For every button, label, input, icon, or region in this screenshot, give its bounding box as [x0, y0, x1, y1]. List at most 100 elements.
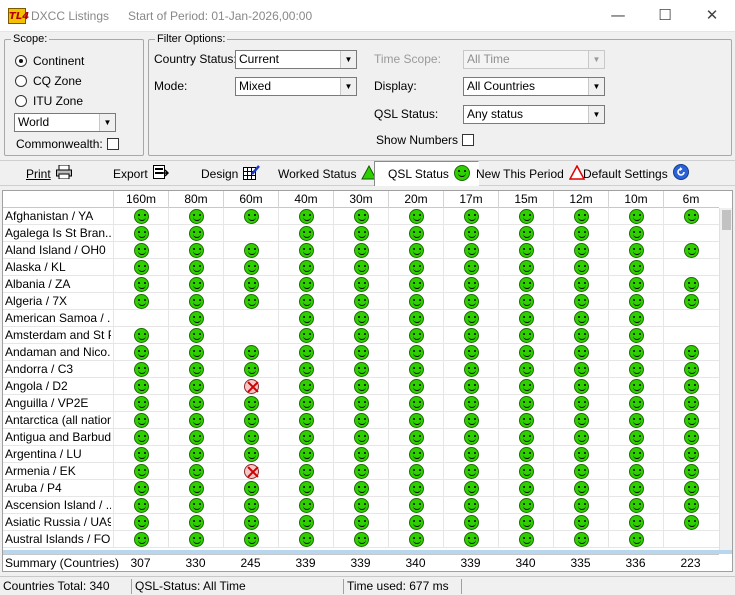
band-cell[interactable] [223, 429, 278, 446]
radio-cq-zone[interactable]: CQ Zone [15, 73, 82, 89]
table-row[interactable]: Aland Island / OH0 [3, 242, 719, 259]
qsl-status-select[interactable]: Any status ▼ [463, 105, 605, 124]
band-cell[interactable] [333, 395, 388, 412]
band-cell[interactable] [113, 225, 168, 242]
print-button[interactable]: Print [26, 161, 72, 186]
band-cell[interactable] [278, 327, 333, 344]
band-cell[interactable] [113, 378, 168, 395]
band-cell[interactable] [278, 497, 333, 514]
minimize-button[interactable]: — [595, 0, 641, 31]
new-this-period-button[interactable]: New This Period [476, 161, 586, 186]
band-cell[interactable] [113, 480, 168, 497]
table-row[interactable]: Antarctica (all nation... [3, 412, 719, 429]
band-cell[interactable] [278, 208, 333, 225]
band-cell[interactable] [608, 208, 663, 225]
band-cell[interactable] [278, 531, 333, 548]
worked-status-button[interactable]: Worked Status [278, 161, 378, 186]
band-cell[interactable] [113, 361, 168, 378]
band-cell[interactable] [388, 225, 443, 242]
band-cell[interactable] [333, 412, 388, 429]
band-cell[interactable] [663, 480, 718, 497]
band-cell[interactable] [498, 310, 553, 327]
band-cell[interactable] [113, 276, 168, 293]
band-cell[interactable] [223, 225, 278, 242]
band-cell[interactable] [388, 412, 443, 429]
band-cell[interactable] [168, 378, 223, 395]
region-select[interactable]: World ▼ [14, 113, 116, 132]
band-cell[interactable] [443, 327, 498, 344]
band-cell[interactable] [278, 344, 333, 361]
column-header-30m[interactable]: 30m [333, 191, 388, 208]
band-cell[interactable] [333, 497, 388, 514]
band-cell[interactable] [498, 429, 553, 446]
band-cell[interactable] [223, 531, 278, 548]
band-cell[interactable] [278, 395, 333, 412]
band-cell[interactable] [498, 344, 553, 361]
table-row[interactable]: Algeria / 7X [3, 293, 719, 310]
table-row[interactable]: Antigua and Barbud... [3, 429, 719, 446]
radio-indicator[interactable] [15, 75, 27, 87]
band-cell[interactable] [388, 497, 443, 514]
band-cell[interactable] [333, 276, 388, 293]
export-button[interactable]: Export [113, 161, 169, 186]
band-cell[interactable] [113, 497, 168, 514]
qsl-status-button[interactable]: QSL Status [374, 161, 479, 186]
column-header-60m[interactable]: 60m [223, 191, 278, 208]
band-cell[interactable] [168, 225, 223, 242]
band-cell[interactable] [608, 361, 663, 378]
band-cell[interactable] [608, 514, 663, 531]
band-cell[interactable] [663, 378, 718, 395]
table-row[interactable]: Alaska / KL [3, 259, 719, 276]
band-cell[interactable] [663, 429, 718, 446]
show-numbers-checkbox[interactable] [462, 134, 474, 146]
band-cell[interactable] [443, 463, 498, 480]
band-cell[interactable] [498, 293, 553, 310]
band-cell[interactable] [663, 463, 718, 480]
band-cell[interactable] [388, 446, 443, 463]
table-row[interactable]: Aruba / P4 [3, 480, 719, 497]
band-cell[interactable] [168, 276, 223, 293]
band-cell[interactable] [553, 395, 608, 412]
band-cell[interactable] [223, 293, 278, 310]
band-cell[interactable] [608, 327, 663, 344]
band-cell[interactable] [498, 378, 553, 395]
column-header-20m[interactable]: 20m [388, 191, 443, 208]
chevron-down-icon[interactable]: ▼ [588, 78, 604, 95]
band-cell[interactable] [608, 446, 663, 463]
band-cell[interactable] [278, 463, 333, 480]
band-cell[interactable] [278, 480, 333, 497]
band-cell[interactable] [553, 480, 608, 497]
band-cell[interactable] [278, 259, 333, 276]
table-row[interactable]: American Samoa / ... [3, 310, 719, 327]
band-cell[interactable] [663, 293, 718, 310]
table-row[interactable]: Asiatic Russia / UA9 [3, 514, 719, 531]
band-cell[interactable] [223, 514, 278, 531]
band-cell[interactable] [553, 412, 608, 429]
band-cell[interactable] [553, 378, 608, 395]
band-cell[interactable] [333, 514, 388, 531]
band-cell[interactable] [553, 446, 608, 463]
band-cell[interactable] [608, 293, 663, 310]
band-cell[interactable] [278, 412, 333, 429]
band-cell[interactable] [278, 429, 333, 446]
band-cell[interactable] [333, 242, 388, 259]
display-select[interactable]: All Countries ▼ [463, 77, 605, 96]
band-cell[interactable] [443, 276, 498, 293]
table-row[interactable]: Afghanistan / YA [3, 208, 719, 225]
table-row[interactable]: Argentina / LU [3, 446, 719, 463]
band-cell[interactable] [333, 259, 388, 276]
band-cell[interactable] [278, 242, 333, 259]
commonwealth-checkbox[interactable] [107, 138, 119, 150]
close-button[interactable]: ✕ [689, 0, 735, 31]
band-cell[interactable] [498, 276, 553, 293]
band-cell[interactable] [113, 514, 168, 531]
band-cell[interactable] [443, 208, 498, 225]
table-row[interactable]: Andorra / C3 [3, 361, 719, 378]
band-cell[interactable] [388, 344, 443, 361]
default-settings-button[interactable]: Default Settings [583, 161, 689, 186]
band-cell[interactable] [388, 395, 443, 412]
column-header-15m[interactable]: 15m [498, 191, 553, 208]
band-cell[interactable] [443, 412, 498, 429]
column-header-12m[interactable]: 12m [553, 191, 608, 208]
band-cell[interactable] [333, 327, 388, 344]
